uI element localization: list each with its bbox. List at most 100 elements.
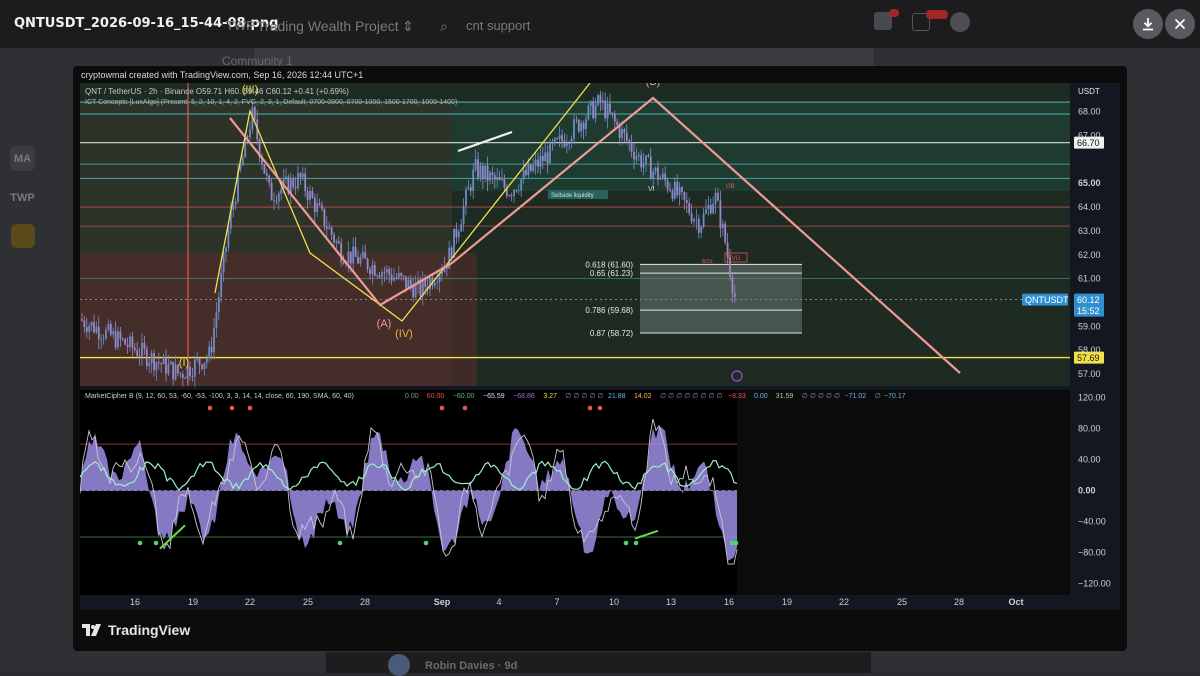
avatar bbox=[950, 12, 970, 32]
candle-body bbox=[460, 223, 463, 232]
candle-body bbox=[268, 175, 271, 183]
viewer-titlebar: QNTUSDT_2026-09-16_15-44-08.png TWP Trad… bbox=[0, 0, 1200, 48]
candle-body bbox=[474, 159, 477, 170]
countdown-badge: 15:52 bbox=[1077, 306, 1100, 316]
candle-body bbox=[150, 353, 153, 364]
candle-body bbox=[357, 256, 359, 264]
candle-body bbox=[323, 208, 326, 227]
candle-body bbox=[508, 195, 511, 197]
osc-tick: 0.00 bbox=[1078, 486, 1096, 496]
candle-body bbox=[85, 327, 88, 332]
candle-body bbox=[301, 173, 304, 178]
candle-body bbox=[349, 251, 352, 264]
candle-body bbox=[124, 338, 127, 345]
wave-label: (IV) bbox=[395, 328, 413, 340]
candle-body bbox=[347, 251, 350, 263]
candle-body bbox=[561, 135, 563, 141]
symbol-badge: QNTUSDT bbox=[1025, 295, 1069, 305]
candle-body bbox=[652, 171, 655, 180]
osc-signal-dot bbox=[137, 540, 143, 546]
oscillator-value: −71.02 bbox=[845, 393, 867, 400]
candle-body bbox=[169, 361, 172, 365]
candle-body bbox=[525, 170, 527, 176]
sidebar-item-ma: MA bbox=[10, 146, 35, 171]
price-tick: 59.00 bbox=[1078, 321, 1101, 331]
candle-body bbox=[721, 223, 724, 229]
candle-body bbox=[681, 187, 683, 192]
candle-body bbox=[546, 152, 549, 164]
candle-body bbox=[541, 155, 544, 162]
download-button[interactable] bbox=[1133, 9, 1163, 39]
candle-body bbox=[210, 346, 213, 353]
candle-body bbox=[381, 272, 383, 278]
candle-body bbox=[457, 231, 460, 238]
candle-body bbox=[592, 101, 595, 119]
candle-body bbox=[585, 119, 587, 130]
candle-body bbox=[121, 338, 124, 340]
candle-body bbox=[133, 347, 136, 350]
candle-body bbox=[724, 223, 727, 243]
candle-body bbox=[129, 336, 131, 347]
candle-body bbox=[657, 167, 659, 180]
candle-body bbox=[532, 165, 535, 171]
osc-signal-dot bbox=[462, 405, 468, 411]
candle-body bbox=[493, 175, 496, 180]
fib-label: 0.618 (61.60) bbox=[585, 260, 633, 269]
candle-body bbox=[501, 179, 503, 181]
candle-body bbox=[678, 187, 681, 196]
candle-body bbox=[669, 189, 671, 191]
candle-body bbox=[318, 203, 321, 206]
candle-body bbox=[544, 152, 547, 162]
community-tab-area bbox=[254, 48, 874, 66]
fib-label: 0.786 (59.68) bbox=[585, 306, 633, 315]
candle-body bbox=[196, 358, 199, 360]
search-input: cnt support bbox=[466, 18, 531, 33]
candle-body bbox=[642, 163, 645, 168]
oscillator-value: −8.33 bbox=[728, 393, 746, 400]
osc-tick: −120.00 bbox=[1078, 578, 1111, 588]
candle-body bbox=[606, 103, 609, 119]
candle-body bbox=[503, 179, 506, 188]
candle-body bbox=[333, 234, 335, 243]
candle-body bbox=[707, 204, 710, 210]
close-icon bbox=[1174, 18, 1186, 30]
candle-body bbox=[539, 155, 542, 167]
fib-label: 0.65 (61.23) bbox=[590, 269, 633, 278]
candle-body bbox=[664, 173, 667, 181]
candle-body bbox=[369, 269, 371, 275]
osc-signal-dot bbox=[733, 540, 739, 546]
osc-signal-dot bbox=[247, 405, 253, 411]
wave-label: (B) bbox=[646, 83, 661, 88]
discount-zone bbox=[80, 253, 477, 386]
candle-body bbox=[402, 275, 405, 277]
candle-body bbox=[645, 155, 647, 164]
candle-body bbox=[376, 275, 379, 277]
candle-body bbox=[702, 213, 705, 227]
candle-body bbox=[719, 200, 722, 229]
candle-body bbox=[705, 209, 707, 214]
candle-body bbox=[117, 331, 119, 348]
candle-body bbox=[397, 273, 400, 278]
price-badge-66: 66.70 bbox=[1077, 138, 1100, 148]
tradingview-chart[interactable]: 0.618 (61.60)0.65 (61.23) 0.786 (59.68) 0.… bbox=[80, 83, 1120, 610]
candle-body bbox=[549, 141, 551, 164]
oscillator-value: 14.02 bbox=[634, 393, 652, 400]
candle-body bbox=[522, 170, 525, 180]
candle-body bbox=[649, 156, 652, 180]
close-button[interactable] bbox=[1165, 9, 1195, 39]
candle-body bbox=[484, 165, 487, 180]
oscillator-value: 21.88 bbox=[608, 393, 626, 400]
candle-body bbox=[232, 204, 235, 210]
candle-body bbox=[280, 189, 283, 194]
candle-body bbox=[400, 273, 403, 276]
candle-body bbox=[453, 228, 455, 258]
annotation-sellside: Sellside liquidity bbox=[551, 193, 594, 199]
x-tick: 22 bbox=[245, 597, 255, 607]
candle-body bbox=[573, 119, 575, 139]
x-tick: 10 bbox=[609, 597, 619, 607]
candle-body bbox=[95, 326, 98, 333]
candle-body bbox=[157, 362, 160, 364]
candle-body bbox=[102, 338, 105, 340]
candle-body bbox=[568, 143, 571, 145]
candle-body bbox=[409, 279, 412, 286]
